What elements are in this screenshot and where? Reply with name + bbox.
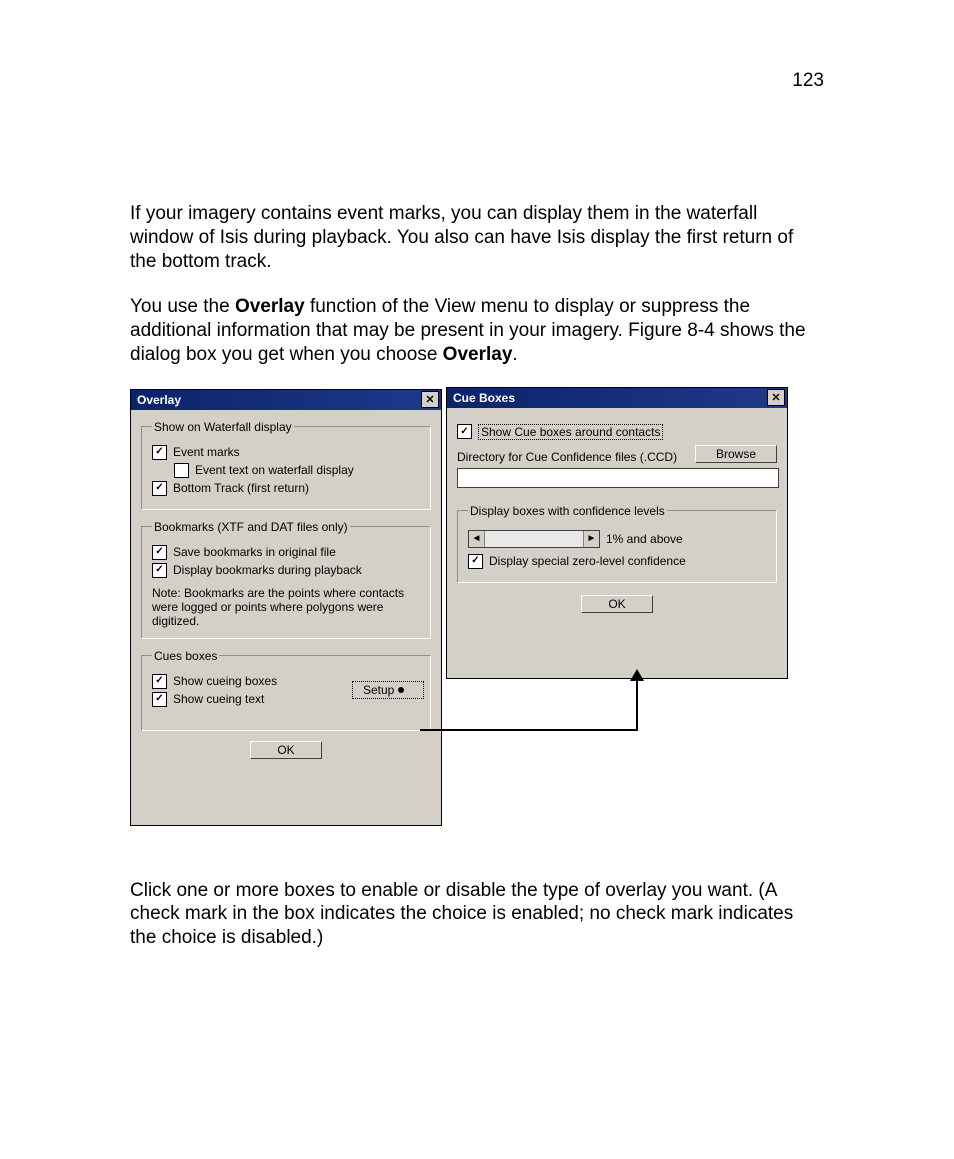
show-cue-boxes-label: Show cueing boxes	[173, 674, 277, 688]
close-icon[interactable]: ✕	[421, 391, 439, 408]
dialogs-figure: Overlay ✕ Show on Waterfall display ✓ Ev…	[130, 389, 824, 849]
confidence-scrollbar[interactable]: ◄ ►	[468, 530, 600, 548]
connector-line	[420, 729, 638, 731]
p2-bold1: Overlay	[235, 296, 305, 317]
confidence-group: Display boxes with confidence levels ◄ ►…	[457, 504, 777, 583]
setup-button[interactable]: Setup	[352, 681, 424, 699]
event-text-checkbox[interactable]	[174, 463, 189, 478]
close-icon[interactable]: ✕	[767, 389, 785, 406]
dir-label: Directory for Cue Confidence files (.CCD…	[457, 450, 677, 464]
cueboxes-titlebar: Cue Boxes ✕	[447, 388, 787, 408]
waterfall-group: Show on Waterfall display ✓ Event marks …	[141, 420, 431, 510]
connector-line	[636, 679, 638, 731]
confidence-value: 1% and above	[606, 532, 683, 546]
show-cue-text-label: Show cueing text	[173, 692, 264, 706]
overlay-titlebar: Overlay ✕	[131, 390, 441, 410]
waterfall-legend: Show on Waterfall display	[152, 420, 294, 434]
cue-show-checkbox[interactable]: ✓	[457, 424, 472, 439]
directory-input[interactable]	[457, 468, 779, 488]
arrow-up-icon	[630, 669, 644, 681]
display-bm-label: Display bookmarks during playback	[173, 563, 362, 577]
overlay-ok-button[interactable]: OK	[250, 741, 322, 759]
event-marks-checkbox[interactable]: ✓	[152, 445, 167, 460]
cues-legend: Cues boxes	[152, 649, 219, 663]
p2-a: You use the	[130, 296, 235, 317]
confidence-legend: Display boxes with confidence levels	[468, 504, 667, 518]
page-number: 123	[130, 70, 824, 92]
cue-show-label: Show Cue boxes around contacts	[478, 424, 663, 440]
p2-bold2: Overlay	[443, 344, 513, 365]
zero-level-checkbox[interactable]: ✓	[468, 554, 483, 569]
overlay-dialog: Overlay ✕ Show on Waterfall display ✓ Ev…	[130, 389, 442, 826]
save-bm-checkbox[interactable]: ✓	[152, 545, 167, 560]
bookmarks-legend: Bookmarks (XTF and DAT files only)	[152, 520, 350, 534]
browse-button[interactable]: Browse	[695, 445, 777, 463]
cues-group: Cues boxes ✓ Show cueing boxes ✓ Show cu…	[141, 649, 431, 731]
paragraph-3: Click one or more boxes to enable or dis…	[130, 879, 824, 950]
paragraph-1: If your imagery contains event marks, yo…	[130, 202, 824, 273]
bottom-track-checkbox[interactable]: ✓	[152, 481, 167, 496]
event-marks-label: Event marks	[173, 445, 240, 459]
display-bm-checkbox[interactable]: ✓	[152, 563, 167, 578]
bookmarks-group: Bookmarks (XTF and DAT files only) ✓ Sav…	[141, 520, 431, 639]
p2-e: .	[512, 344, 517, 365]
setup-dot-icon	[398, 687, 404, 693]
overlay-title: Overlay	[137, 393, 181, 407]
cueboxes-dialog: Cue Boxes ✕ ✓ Show Cue boxes around cont…	[446, 387, 788, 679]
cueboxes-title: Cue Boxes	[453, 391, 515, 405]
save-bm-label: Save bookmarks in original file	[173, 545, 336, 559]
bottom-track-label: Bottom Track (first return)	[173, 481, 309, 495]
scroll-left-icon[interactable]: ◄	[469, 531, 485, 547]
show-cue-boxes-checkbox[interactable]: ✓	[152, 674, 167, 689]
paragraph-2: You use the Overlay function of the View…	[130, 295, 824, 366]
zero-level-label: Display special zero-level confidence	[489, 554, 686, 568]
scroll-track[interactable]	[485, 531, 583, 547]
show-cue-text-checkbox[interactable]: ✓	[152, 692, 167, 707]
scroll-right-icon[interactable]: ►	[583, 531, 599, 547]
event-text-label: Event text on waterfall display	[195, 463, 354, 477]
bookmarks-note: Note: Bookmarks are the points where con…	[152, 586, 420, 628]
setup-label: Setup	[363, 683, 394, 697]
cueboxes-ok-button[interactable]: OK	[581, 595, 653, 613]
